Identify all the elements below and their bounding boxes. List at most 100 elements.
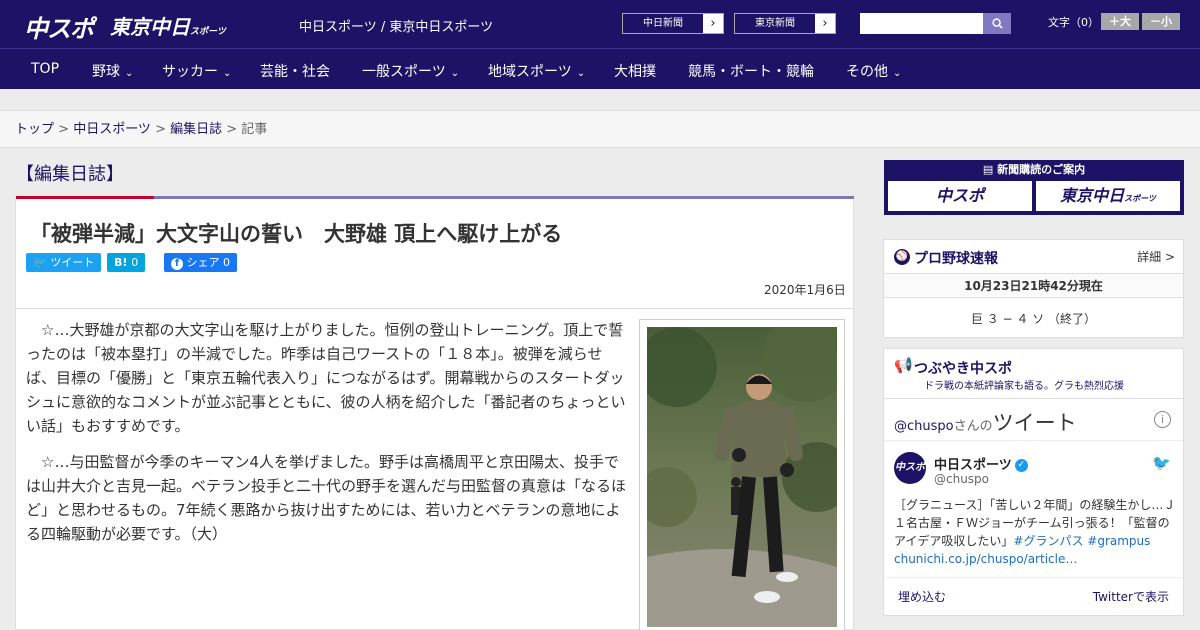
nav-item-soccer[interactable]: サッカー ⌄	[162, 61, 231, 81]
breadcrumb-separator: >	[54, 122, 74, 137]
article-body: ☆…大野雄が京都の大文字山を駆け上がりました。恒例の登山トレーニング。頂上で誓っ…	[26, 318, 630, 558]
breadcrumb-editorial-diary[interactable]: 編集日誌	[170, 122, 222, 137]
embed-link[interactable]: 埋め込む	[898, 588, 946, 605]
tokyo-chunichi-logo[interactable]: 東京中日スポーツ	[110, 11, 226, 40]
nav-item-baseball[interactable]: 野球 ⌄	[92, 61, 133, 81]
widget-footer: 埋め込む Twitterで表示	[884, 577, 1183, 613]
ext-link-label: 東京新聞	[735, 14, 815, 33]
newspaper-icon: ▤	[982, 163, 994, 176]
tweets-label: ツイート	[992, 411, 1077, 435]
breadcrumb-separator: >	[150, 122, 171, 137]
chevron-down-icon: ⌄	[125, 68, 134, 79]
nav-item-others[interactable]: その他 ⌄	[846, 61, 901, 81]
chevron-down-icon: ⌄	[576, 68, 586, 79]
article-paragraph: ☆…与田監督が今季のキーマン4人を挙げました。野手は高橋周平と京田陽太、投手では…	[26, 453, 627, 543]
chuspo-logo[interactable]: 中スポ	[24, 9, 94, 44]
breadcrumb-top[interactable]: トップ	[15, 122, 54, 137]
nav-label: 地域スポーツ	[488, 64, 572, 80]
site-names: 中日スポーツ / 東京中日スポーツ	[299, 20, 494, 35]
tokyo-logo-small: スポーツ	[190, 27, 226, 37]
info-icon[interactable]: i	[1154, 411, 1171, 428]
account-name: 中日スポーツ	[934, 458, 1012, 473]
chevron-down-icon: ⌄	[223, 68, 232, 79]
account-name-link[interactable]: 中日スポーツ ✓	[934, 454, 1028, 473]
chevron-down-icon: ⌄	[450, 68, 460, 79]
panel-header: 📢 つぶやき中スポ ドラ戦の本紙評論家も語る。グラも熱烈応援	[884, 349, 1183, 399]
tweet-label: ツイート	[50, 256, 95, 269]
font-larger-button[interactable]: ＋大	[1101, 13, 1139, 30]
ext-link-label: 中日新聞	[623, 14, 703, 33]
search-input[interactable]	[860, 13, 1011, 34]
font-smaller-button[interactable]: －小	[1142, 13, 1180, 30]
nav-label: TOP	[31, 61, 60, 77]
search-button[interactable]	[983, 13, 1011, 34]
view-on-twitter-link[interactable]: Twitterで表示	[1093, 588, 1169, 605]
account-link[interactable]: @chuspo	[894, 419, 954, 434]
tweet-button[interactable]: 🐦 ツイート	[26, 253, 102, 272]
baseball-scoreboard: ⚾ プロ野球速報 詳細 > 10月23日21時42分現在 巨 ３ − ４ ソ （…	[883, 239, 1184, 338]
tweets-by-label: @chuspoさんのツイート	[894, 407, 1077, 437]
panel-subtitle: ドラ戦の本紙評論家も語る。グラも熱烈応援	[924, 381, 1124, 392]
panel-header: ⚾ プロ野球速報 詳細 >	[884, 240, 1183, 274]
site-header: 中スポ 東京中日スポーツ 中日スポーツ / 東京中日スポーツ 中日新聞 › 東京…	[0, 0, 1200, 48]
breadcrumb: トップ > 中日スポーツ > 編集日誌 > 記事	[0, 110, 1200, 148]
nav-item-general-sports[interactable]: 一般スポーツ ⌄	[362, 61, 459, 81]
chevron-down-icon: ⌄	[893, 68, 902, 79]
tweet-text: ［グラニュース］「苦しい２年間」の経験生かし…Ｊ１名古屋・ＦＷジョーがチーム引っ…	[894, 496, 1179, 568]
tweet-hashtags[interactable]: #グランパス #grampus	[1013, 534, 1150, 548]
subscribe-tokyo-text: 東京中日	[1060, 186, 1125, 205]
article-title: 「被弾半減」大文字山の誓い 大野雄 頂上へ駆け上がる	[30, 222, 563, 246]
baseball-icon: ⚾	[894, 249, 910, 265]
account-handle[interactable]: @chuspo	[934, 472, 989, 486]
subscribe-tokyo-button[interactable]: 東京中日スポーツ	[1036, 181, 1180, 211]
nav-item-sumo[interactable]: 大相撲	[614, 61, 656, 81]
subscription-header-text: 新聞購読のご案内	[997, 163, 1086, 176]
main-nav: TOP 野球 ⌄ サッカー ⌄ 芸能・社会 一般スポーツ ⌄ 地域スポーツ ⌄ 大相撲 …	[0, 48, 1200, 89]
score-updated-time: 10月23日21時42分現在	[884, 274, 1183, 298]
tokyo-shinbun-link[interactable]: 東京新聞 ›	[734, 13, 836, 34]
article-card: 「被弾半減」大文字山の誓い 大野雄 頂上へ駆け上がる 🐦 ツイート B! 0 f…	[15, 199, 854, 630]
panel-title: つぶやき中スポ	[914, 361, 1012, 377]
breadcrumb-current: 記事	[241, 122, 268, 137]
tokyo-logo-text: 東京中日	[110, 15, 190, 39]
nav-label: サッカー	[162, 64, 218, 80]
nav-item-racing[interactable]: 競馬・ボート・競輪	[688, 61, 814, 81]
twitter-widget: 📢 つぶやき中スポ ドラ戦の本紙評論家も語る。グラも熱烈応援 @chuspoさん…	[883, 348, 1184, 616]
details-link[interactable]: 詳細 >	[1137, 248, 1175, 265]
chevron-right-icon: ›	[710, 16, 716, 31]
subscription-header: ▤ 新聞購読のご案内	[884, 160, 1184, 180]
font-size-label: 文字（0）	[1048, 16, 1099, 29]
megaphone-icon: 📢	[894, 356, 913, 374]
nav-label: 一般スポーツ	[362, 64, 446, 80]
article-photo[interactable]	[639, 319, 845, 630]
subscribe-tokyo-small: スポーツ	[1124, 194, 1156, 203]
nav-label: 大相撲	[614, 64, 656, 80]
verified-badge-icon: ✓	[1014, 459, 1028, 472]
tweets-header: @chuspoさんのツイート i	[884, 399, 1183, 441]
hatena-count: 0	[131, 256, 139, 269]
category-title: 【編集日誌】	[16, 164, 124, 185]
panel-title: プロ野球速報	[914, 251, 998, 267]
runner-photo-image	[647, 327, 837, 627]
article-date: 2020年1月6日	[764, 283, 846, 297]
nav-item-local-sports[interactable]: 地域スポーツ ⌄	[488, 61, 585, 81]
nav-item-top[interactable]: TOP	[31, 61, 59, 77]
nav-label: 競馬・ボート・競輪	[688, 64, 814, 80]
subscribe-chuspo-button[interactable]: 中スポ	[888, 181, 1032, 211]
hatena-bookmark-button[interactable]: B! 0	[107, 253, 146, 272]
facebook-count: 0	[223, 256, 230, 269]
breadcrumb-separator: >	[222, 122, 242, 137]
twitter-bird-icon[interactable]: 🐦	[1152, 454, 1171, 472]
game-score[interactable]: 巨 ３ − ４ ソ （終了）	[884, 298, 1183, 340]
twitter-bird-icon: 🐦	[33, 256, 47, 269]
chunichi-shinbun-link[interactable]: 中日新聞 ›	[622, 13, 724, 34]
breadcrumb-chunichi-sports[interactable]: 中日スポーツ	[73, 122, 151, 137]
tweet-link[interactable]: chunichi.co.jp/chuspo/article…	[894, 552, 1077, 566]
nav-item-entertainment[interactable]: 芸能・社会	[260, 61, 330, 81]
avatar[interactable]: 中スポ	[894, 452, 926, 484]
article-paragraph: ☆…大野雄が京都の大文字山を駆け上がりました。恒例の登山トレーニング。頂上で誓っ…	[26, 321, 626, 435]
facebook-icon: f	[171, 258, 183, 270]
subscription-banner[interactable]: ▤ 新聞購読のご案内 中スポ 東京中日スポーツ	[884, 160, 1184, 215]
facebook-share-button[interactable]: f シェア 0	[164, 253, 237, 272]
nav-label: 芸能・社会	[260, 64, 330, 80]
